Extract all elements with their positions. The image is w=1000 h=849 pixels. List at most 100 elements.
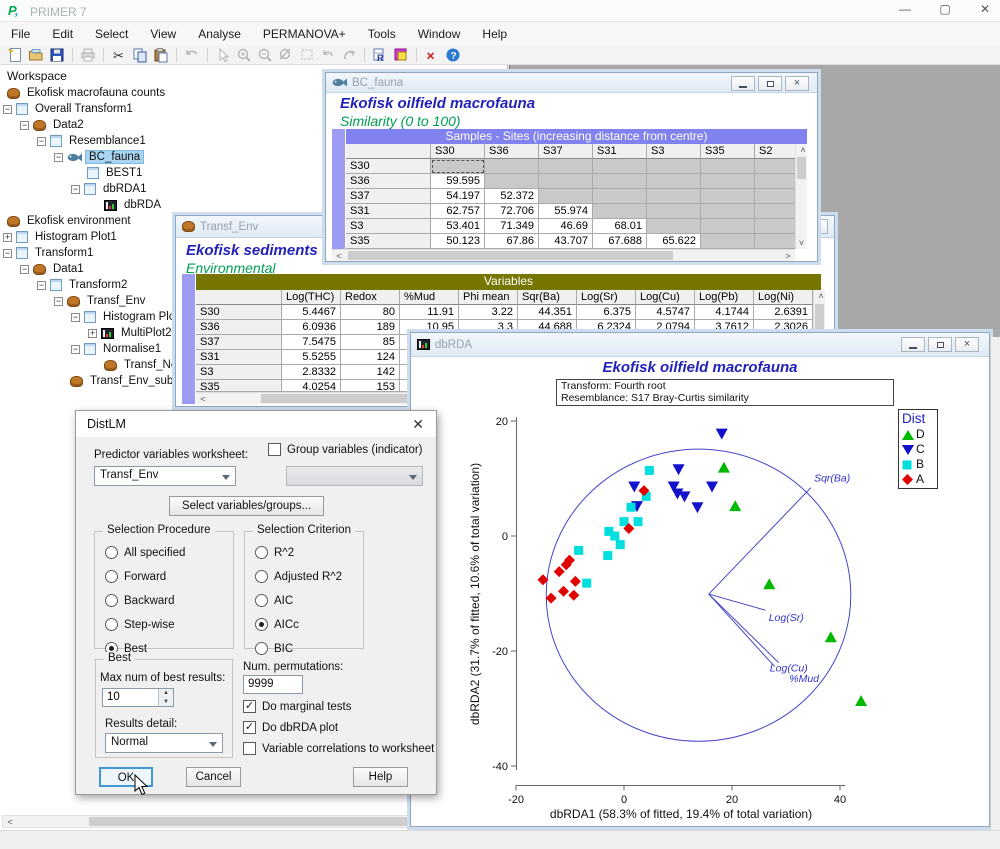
table-cell[interactable]: 4.1744 — [695, 305, 754, 320]
row-header[interactable]: S30 — [196, 305, 282, 320]
row-header[interactable]: S31 — [196, 350, 282, 365]
table-cell[interactable] — [539, 189, 593, 204]
collapse-icon[interactable]: − — [54, 153, 63, 162]
table-cell[interactable] — [647, 174, 701, 189]
window-minimize-button[interactable] — [901, 337, 925, 352]
close-button[interactable]: ✕ — [976, 2, 994, 16]
table-cell[interactable]: 7.5475 — [282, 335, 341, 350]
collapse-icon[interactable]: − — [71, 345, 80, 354]
table-cell[interactable]: 80 — [341, 305, 400, 320]
column-header[interactable]: S36 — [485, 144, 539, 159]
scroll-left-icon[interactable]: < — [3, 817, 17, 827]
tree-item-label[interactable]: Overall Transform1 — [32, 103, 136, 115]
row-header[interactable]: S3 — [196, 365, 282, 380]
paste-icon[interactable] — [152, 46, 170, 63]
collapse-icon[interactable]: − — [37, 137, 46, 146]
window-restore-button[interactable] — [928, 337, 952, 352]
help-icon[interactable]: ? — [444, 46, 462, 63]
select-variables-button[interactable]: Select variables/groups... — [169, 496, 324, 516]
table-cell[interactable] — [647, 189, 701, 204]
scroll-right-icon[interactable]: > — [781, 251, 795, 261]
table-cell[interactable] — [755, 219, 800, 234]
window-close-button[interactable]: × — [955, 337, 979, 352]
tree-item-label[interactable]: Transform2 — [66, 279, 130, 291]
table-cell[interactable] — [431, 159, 485, 174]
criterion-radio-adjusted-r-2[interactable]: Adjusted R^2 — [255, 570, 342, 583]
table-cell[interactable]: 4.0254 — [282, 380, 341, 392]
table-cell[interactable]: 68.01 — [593, 219, 647, 234]
table-cell[interactable]: 65.622 — [647, 234, 701, 249]
delete-icon[interactable]: × — [423, 46, 441, 63]
table-cell[interactable]: 67.86 — [485, 234, 539, 249]
menu-file[interactable]: File — [0, 23, 41, 45]
checkbox-do-dbrda-plot[interactable]: ✓Do dbRDA plot — [243, 721, 338, 734]
num-permutations-input[interactable]: 9999 — [243, 675, 303, 694]
criterion-radio-bic[interactable]: BIC — [255, 642, 293, 655]
table-cell[interactable]: 53.401 — [431, 219, 485, 234]
tree-item-label[interactable]: Histogram Plot1 — [32, 231, 120, 243]
legend-item-c[interactable]: C — [902, 441, 934, 456]
procedure-radio-forward[interactable]: Forward — [105, 570, 166, 583]
row-header[interactable]: S36 — [196, 320, 282, 335]
table-cell[interactable] — [593, 174, 647, 189]
scroll-thumb[interactable] — [348, 251, 673, 260]
legend-item-d[interactable]: D — [902, 426, 934, 441]
menu-analyse[interactable]: Analyse — [187, 23, 252, 45]
table-cell[interactable]: 71.349 — [485, 219, 539, 234]
menu-edit[interactable]: Edit — [41, 23, 84, 45]
collapse-icon[interactable]: − — [3, 249, 12, 258]
table-cell[interactable]: 124 — [341, 350, 400, 365]
table-cell[interactable] — [539, 159, 593, 174]
table-cell[interactable] — [593, 159, 647, 174]
tree-item-label[interactable]: Data2 — [50, 119, 87, 131]
help-button[interactable]: Help — [353, 767, 408, 787]
column-header[interactable]: Sqr(Ba) — [518, 290, 577, 305]
table-cell[interactable]: 6.375 — [577, 305, 636, 320]
scroll-thumb[interactable] — [815, 304, 824, 332]
row-header[interactable]: S3 — [346, 219, 431, 234]
table-cell[interactable]: 5.5255 — [282, 350, 341, 365]
scroll-down-icon[interactable]: ˅ — [796, 237, 807, 249]
table-cell[interactable] — [755, 204, 800, 219]
scroll-thumb[interactable] — [797, 157, 806, 179]
results-detail-combo[interactable]: Normal — [105, 733, 223, 753]
collapse-icon[interactable]: − — [37, 281, 46, 290]
table-cell[interactable]: 85 — [341, 335, 400, 350]
maximize-button[interactable]: ▢ — [936, 2, 954, 16]
table-cell[interactable] — [485, 159, 539, 174]
column-header[interactable]: Log(Sr) — [577, 290, 636, 305]
menu-window[interactable]: Window — [407, 23, 472, 45]
tree-item-label[interactable]: Transf_Env — [84, 295, 148, 307]
table-cell[interactable]: 189 — [341, 320, 400, 335]
tree-item-label[interactable]: Data1 — [50, 263, 87, 275]
column-header[interactable]: %Mud — [400, 290, 459, 305]
distlm-titlebar[interactable]: DistLM ✕ — [76, 411, 436, 437]
table-cell[interactable]: 11.91 — [400, 305, 459, 320]
table-cell[interactable] — [755, 234, 800, 249]
table-cell[interactable]: 55.974 — [539, 204, 593, 219]
table-cell[interactable] — [539, 174, 593, 189]
window-minimize-button[interactable] — [731, 76, 755, 91]
table-cell[interactable] — [701, 174, 755, 189]
tree-item-label[interactable]: Ekofisk macrofauna counts — [24, 87, 168, 99]
column-header[interactable]: Redox — [341, 290, 400, 305]
row-header[interactable]: S35 — [196, 380, 282, 392]
table-cell[interactable]: 72.706 — [485, 204, 539, 219]
checkbox-variable-correlations-to-worksheet[interactable]: Variable correlations to worksheet — [243, 742, 434, 755]
procedure-radio-step-wise[interactable]: Step-wise — [105, 618, 175, 631]
table-cell[interactable] — [593, 189, 647, 204]
table-cell[interactable] — [755, 189, 800, 204]
expand-icon[interactable]: + — [88, 329, 97, 338]
bc-fauna-table[interactable]: S30S36S37S31S3S35S2S30S3659.595S3754.197… — [346, 144, 800, 249]
column-header[interactable]: Log(Cu) — [636, 290, 695, 305]
table-cell[interactable]: 5.4467 — [282, 305, 341, 320]
open-file-icon[interactable] — [27, 46, 45, 63]
collapse-icon[interactable]: − — [3, 105, 12, 114]
procedure-radio-backward[interactable]: Backward — [105, 594, 175, 607]
collapse-icon[interactable]: − — [20, 121, 29, 130]
criterion-radio-aicc[interactable]: AICc — [255, 618, 299, 631]
table-cell[interactable] — [701, 234, 755, 249]
max-best-results-spinner[interactable]: 10 ▲▼ — [102, 688, 174, 707]
window-restore-button[interactable] — [758, 76, 782, 91]
table-cell[interactable]: 3.22 — [459, 305, 518, 320]
